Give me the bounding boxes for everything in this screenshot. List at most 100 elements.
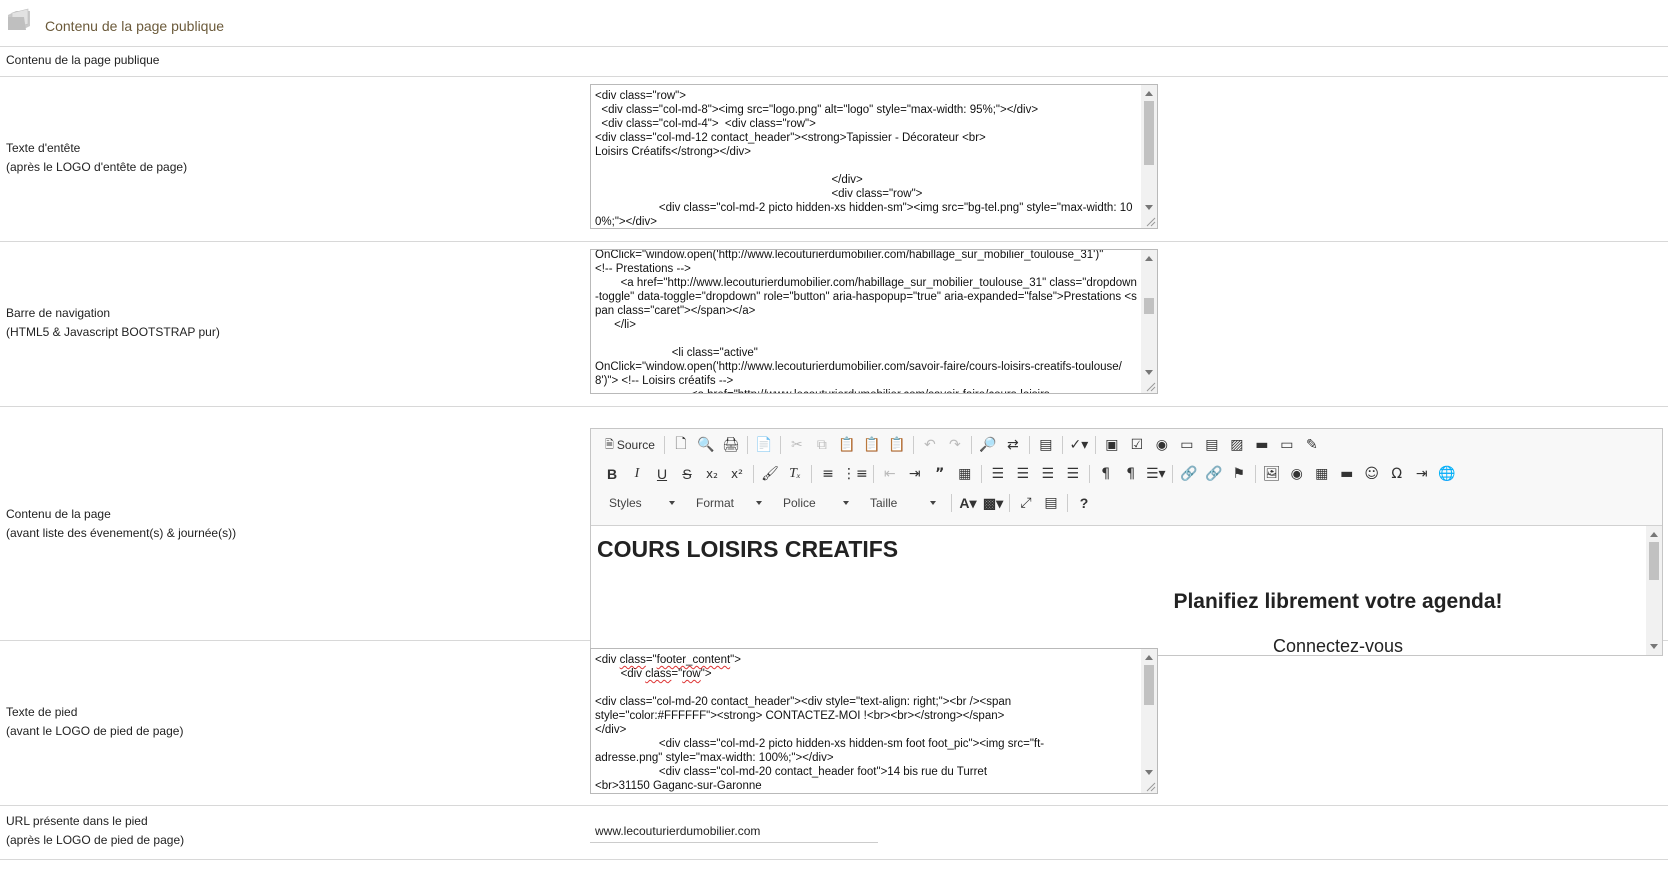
preview-icon[interactable]: 🔍 <box>695 434 717 456</box>
maximize-icon[interactable]: ⤢ <box>1015 492 1037 514</box>
editor-toolbar: 🗎Source 🗋 🔍 🖨 📄 ✂ ⧉ 📋 📋 📋 ↶ ↷ 🔎 ⇄ ▤ ✓▾ <box>591 429 1662 526</box>
remove-format-icon[interactable]: Tₓ <box>784 463 806 485</box>
header-text-scrollbar[interactable] <box>1141 85 1157 228</box>
hidden-field-icon[interactable]: ✎ <box>1301 434 1323 456</box>
button-field-icon[interactable]: ▬ <box>1251 434 1273 456</box>
align-center-icon[interactable]: ☰ <box>1012 463 1034 485</box>
paste-word-icon[interactable]: 📋 <box>886 434 908 456</box>
resize-grip-icon[interactable] <box>1144 215 1156 227</box>
help-icon[interactable]: ? <box>1073 492 1095 514</box>
scrollbar-thumb[interactable] <box>1144 665 1154 705</box>
resize-grip-icon[interactable] <box>1144 780 1156 792</box>
show-blocks-icon[interactable]: ▤ <box>1040 492 1062 514</box>
undo-icon[interactable]: ↶ <box>919 434 941 456</box>
language-icon[interactable]: ☰▾ <box>1145 463 1167 485</box>
justify-icon[interactable]: ☰ <box>1062 463 1084 485</box>
scrollbar-thumb[interactable] <box>1144 101 1154 165</box>
blockquote-icon[interactable]: ” <box>929 463 951 485</box>
iframe-icon[interactable]: 🌐 <box>1436 463 1458 485</box>
image-button-icon[interactable]: ▭ <box>1276 434 1298 456</box>
image-icon[interactable]: 🖼 <box>1261 463 1283 485</box>
page-break-icon[interactable]: ⇥ <box>1411 463 1433 485</box>
flash-icon[interactable]: ◉ <box>1286 463 1308 485</box>
select-field-icon[interactable]: ▨ <box>1226 434 1248 456</box>
bold-icon[interactable]: B <box>601 463 623 485</box>
ltr-icon[interactable]: ¶ <box>1095 463 1117 485</box>
redo-icon[interactable]: ↷ <box>944 434 966 456</box>
numbered-list-icon[interactable]: ≡ <box>817 463 839 485</box>
styles-dropdown[interactable]: Styles <box>601 492 680 514</box>
italic-icon[interactable]: I <box>626 463 648 485</box>
align-right-icon[interactable]: ☰ <box>1037 463 1059 485</box>
editor-content-area[interactable]: COURS LOISIRS CREATIFS Planifiez libreme… <box>591 526 1662 655</box>
source-button[interactable]: 🗎 Source <box>601 434 659 456</box>
replace-icon[interactable]: ⇄ <box>1002 434 1024 456</box>
form-icon[interactable]: ▣ <box>1101 434 1123 456</box>
footer-url-input[interactable] <box>590 820 878 843</box>
paste-text-icon[interactable]: 📋 <box>861 434 883 456</box>
background-color-icon[interactable]: ▩▾ <box>982 492 1004 514</box>
bulleted-list-icon[interactable]: ⋮≡ <box>842 463 868 485</box>
unlink-icon[interactable]: 🔗 <box>1203 463 1225 485</box>
footer-text-scrollbar[interactable] <box>1141 649 1157 793</box>
format-dropdown[interactable]: Format <box>688 492 767 514</box>
checkbox-icon[interactable]: ☑ <box>1126 434 1148 456</box>
strike-icon[interactable]: S <box>676 463 698 485</box>
scroll-up-icon[interactable] <box>1650 532 1658 537</box>
cut-icon[interactable]: ✂ <box>786 434 808 456</box>
scrollbar-thumb[interactable] <box>1144 298 1154 314</box>
horizontal-rule-icon[interactable]: ▬ <box>1336 463 1358 485</box>
print-icon[interactable]: 🖨 <box>720 434 742 456</box>
link-icon[interactable]: 🔗 <box>1178 463 1200 485</box>
table-icon[interactable]: ▦ <box>1311 463 1333 485</box>
page-content-label-title: Contenu de la page <box>6 507 111 521</box>
source-icon: 🗎 <box>605 438 614 451</box>
code-line: <div class="col-md-2 picto hidden-xs hid… <box>595 738 1045 750</box>
anchor-icon[interactable]: ⚑ <box>1228 463 1250 485</box>
navigation-textarea[interactable]: OnClick="window.open('http://www.lecoutu… <box>590 249 1158 394</box>
font-dropdown[interactable]: Police <box>775 492 854 514</box>
smiley-icon[interactable]: ☺ <box>1361 463 1383 485</box>
size-dropdown[interactable]: Taille <box>862 492 941 514</box>
underline-icon[interactable]: U <box>651 463 673 485</box>
textfield-icon[interactable]: ▭ <box>1176 434 1198 456</box>
indent-icon[interactable]: ⇥ <box>904 463 926 485</box>
templates-icon[interactable]: 📄 <box>753 434 775 456</box>
toolbar-separator <box>1254 465 1256 483</box>
subscript-icon[interactable]: x₂ <box>701 463 723 485</box>
code-line: <div class="col-md-20 contact_header foo… <box>595 766 988 778</box>
resize-grip-icon[interactable] <box>1144 380 1156 392</box>
special-char-icon[interactable]: Ω <box>1386 463 1408 485</box>
find-icon[interactable]: 🔎 <box>977 434 999 456</box>
spellcheck-icon[interactable]: ✓▾ <box>1068 434 1090 456</box>
rtl-icon[interactable]: ¶ <box>1120 463 1142 485</box>
text-color-icon[interactable]: A▾ <box>957 492 979 514</box>
scroll-up-icon[interactable] <box>1145 91 1153 96</box>
superscript-icon[interactable]: x² <box>726 463 748 485</box>
textarea-icon[interactable]: ▤ <box>1201 434 1223 456</box>
editor-heading: COURS LOISIRS CREATIFS <box>597 536 899 562</box>
scroll-down-icon[interactable] <box>1145 205 1153 210</box>
header-text-textarea[interactable]: <div class="row"> <div class="col-md-8">… <box>590 84 1158 229</box>
editor-scrollbar[interactable] <box>1646 526 1662 655</box>
paste-icon[interactable]: 📋 <box>836 434 858 456</box>
copy-icon[interactable]: ⧉ <box>811 434 833 456</box>
radio-icon[interactable]: ◉ <box>1151 434 1173 456</box>
toolbar-separator <box>872 465 874 483</box>
navigation-scrollbar[interactable] <box>1141 250 1157 393</box>
outdent-icon[interactable]: ⇤ <box>879 463 901 485</box>
footer-text-label-title: Texte de pied <box>6 705 78 719</box>
code-fragment: "> <box>730 654 741 666</box>
scrollbar-thumb[interactable] <box>1649 542 1659 580</box>
align-left-icon[interactable]: ☰ <box>987 463 1009 485</box>
new-page-icon[interactable]: 🗋 <box>670 434 692 456</box>
copy-format-icon[interactable]: 🖌 <box>759 463 781 485</box>
scroll-up-icon[interactable] <box>1145 655 1153 660</box>
div-container-icon[interactable]: ▦ <box>954 463 976 485</box>
scroll-up-icon[interactable] <box>1145 256 1153 261</box>
select-all-icon[interactable]: ▤ <box>1035 434 1057 456</box>
page-content-label-hint: (avant liste des évenement(s) & journée(… <box>6 526 237 540</box>
scroll-down-icon[interactable] <box>1145 770 1153 775</box>
footer-text-textarea[interactable]: <div class="footer_content"> <div class=… <box>590 648 1158 794</box>
scroll-down-icon[interactable] <box>1145 370 1153 375</box>
